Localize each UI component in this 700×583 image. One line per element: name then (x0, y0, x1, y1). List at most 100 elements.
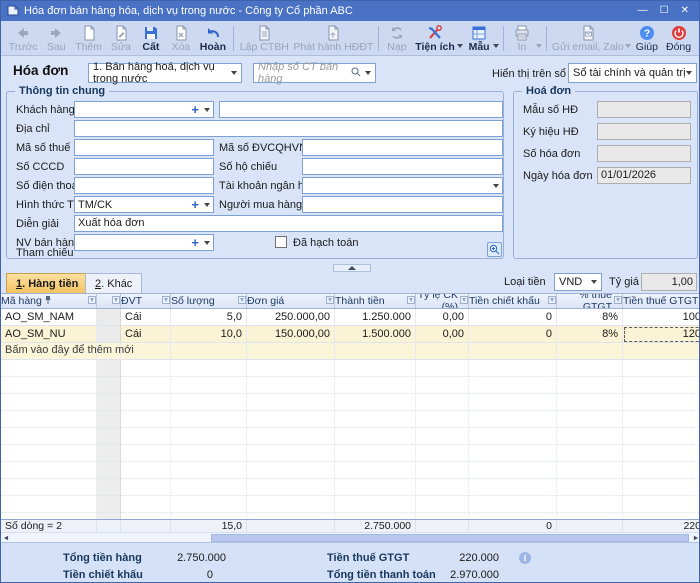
chevron-down-icon[interactable] (204, 241, 210, 245)
filter-icon[interactable] (548, 295, 556, 307)
chevron-down-icon[interactable] (457, 44, 463, 48)
grid-cell-ty_le_ck[interactable]: 0,00 (416, 309, 469, 326)
splitter-collapse-button[interactable] (333, 264, 371, 272)
filter-icon[interactable] (326, 295, 334, 307)
search-icon[interactable] (351, 67, 361, 80)
toolbar-mau-button[interactable]: Mẫu (464, 22, 494, 55)
invoice-type-select[interactable]: 1. Bán hàng hoá, dịch vụ trong nước (88, 63, 242, 83)
toolbar-sua-button[interactable]: Sửa (106, 22, 136, 55)
toolbar-gui-email-zalo-button[interactable]: Gửi email, Zalo (550, 22, 626, 55)
column-header-icon_col[interactable] (97, 294, 121, 308)
filter-icon[interactable] (238, 295, 246, 307)
grid-cell-don_gia[interactable]: 250.000,00 (247, 309, 335, 326)
chevron-down-icon[interactable] (204, 203, 210, 207)
sales-staff-select[interactable]: + (74, 234, 214, 251)
add-icon[interactable]: + (191, 103, 199, 116)
invoice-date-field[interactable]: 01/01/2026 (597, 167, 691, 184)
description-field[interactable]: Xuất hóa đơn (74, 215, 503, 232)
tax-code-field[interactable] (74, 139, 214, 156)
toolbar-cat-button[interactable]: Cất (136, 22, 166, 55)
column-header-thanh_tien[interactable]: Thành tiền (335, 294, 416, 308)
toolbar-sau-button[interactable]: Sau (41, 22, 71, 55)
grid-cell-so_luong[interactable]: 10,0 (171, 326, 247, 343)
toolbar-phat-hanh-hddt-button[interactable]: Phát hành HĐĐT (292, 22, 375, 55)
currency-select[interactable]: VND (554, 273, 602, 291)
chevron-down-icon[interactable] (493, 184, 499, 188)
grid-cell-tien_thue_gtgt[interactable]: 120 (623, 326, 700, 343)
toolbar-hoan-button[interactable]: Hoàn (196, 22, 230, 55)
grid-cell-ty_le_ck[interactable]: 0,00 (416, 326, 469, 343)
book-select[interactable]: Sổ tài chính và quản trị (568, 63, 697, 83)
bank-account-select[interactable] (302, 177, 503, 194)
grid-cell[interactable] (557, 343, 623, 360)
chevron-down-icon[interactable] (536, 44, 542, 48)
scrollbar-thumb[interactable] (211, 534, 689, 542)
grid-cell-pct_thue_gtgt[interactable]: 8% (557, 309, 623, 326)
grid-cell[interactable] (469, 343, 557, 360)
table-row[interactable]: AO_SM_NU Cái10,0150.000,001.500.0000,0008… (1, 326, 700, 343)
grid-cell-don_gia[interactable]: 150.000,00 (247, 326, 335, 343)
filter-icon[interactable] (112, 295, 120, 307)
filter-icon[interactable] (162, 295, 170, 307)
toolbar-dong-button[interactable]: Đóng (662, 22, 695, 55)
grid-cell-dvt[interactable]: Cái (121, 326, 171, 343)
grid-cell-thanh_tien[interactable]: 1.250.000 (335, 309, 416, 326)
toolbar-truoc-button[interactable]: Trước (5, 22, 41, 55)
column-header-ma_hang[interactable]: Mã hàng (1, 294, 97, 308)
chevron-down-icon[interactable] (493, 44, 499, 48)
tab-khac[interactable]: 2. Khác (85, 273, 142, 293)
horizontal-scrollbar[interactable]: ◄ ► (1, 532, 700, 542)
passport-field[interactable] (302, 158, 503, 175)
info-icon[interactable]: i (519, 552, 531, 564)
filter-icon[interactable] (407, 295, 415, 307)
add-new-row[interactable]: Bấm vào đây để thêm mới (1, 343, 700, 360)
address-field[interactable] (74, 120, 503, 137)
grid-cell-icon_col[interactable] (97, 309, 121, 326)
column-header-tien_chiet_khau[interactable]: Tiền chiết khấu (469, 294, 557, 308)
toolbar-tien-ich-button[interactable]: Tiện ích (412, 22, 458, 55)
chevron-down-icon[interactable] (365, 71, 371, 75)
table-row[interactable]: AO_SM_NAMCái5,0250.000,001.250.0000,0008… (1, 309, 700, 326)
search-voucher-input[interactable]: Nhập số CT bán hàng (253, 63, 376, 83)
minimize-button[interactable]: — (638, 1, 648, 21)
toolbar-nap-button[interactable]: Nạp (382, 22, 412, 55)
payment-method-select[interactable]: TM/CK + (74, 196, 214, 213)
cccd-field[interactable] (74, 158, 214, 175)
grid-cell[interactable] (171, 343, 247, 360)
grid-cell-ma_hang[interactable]: AO_SM_NU (1, 326, 97, 343)
filter-icon[interactable] (88, 295, 96, 307)
grid-cell-thanh_tien[interactable]: 1.500.000 (335, 326, 416, 343)
grid-cell-pct_thue_gtgt[interactable]: 8% (557, 326, 623, 343)
toolbar-xoa-button[interactable]: Xóa (166, 22, 196, 55)
column-header-dvt[interactable]: ĐVT (121, 294, 171, 308)
add-icon[interactable]: + (191, 236, 199, 249)
grid-cell[interactable] (623, 343, 700, 360)
customer-name-field[interactable] (219, 101, 503, 118)
tab-hang-tien[interactable]: 1. Hàng tiền (6, 273, 88, 293)
chevron-down-icon[interactable] (204, 108, 210, 112)
phone-field[interactable] (74, 177, 214, 194)
grid-cell[interactable] (247, 343, 335, 360)
grid-cell-tien_thue_gtgt[interactable]: 100 (623, 309, 700, 326)
column-header-don_gia[interactable]: Đơn giá (247, 294, 335, 308)
grid-cell-tien_chiet_khau[interactable]: 0 (469, 309, 557, 326)
maximize-button[interactable]: ☐ (660, 1, 669, 21)
buyer-field[interactable] (302, 196, 503, 213)
dvcqhvns-field[interactable] (302, 139, 503, 156)
customer-select[interactable]: + (74, 101, 214, 118)
posted-checkbox[interactable] (275, 236, 287, 248)
filter-icon[interactable] (614, 295, 622, 307)
toolbar-them-button[interactable]: Thêm (71, 22, 106, 55)
toolbar-in-button[interactable]: In (507, 22, 537, 55)
toolbar-giup-button[interactable]: ?Giúp (632, 22, 662, 55)
pin-icon[interactable] (44, 295, 52, 308)
column-header-pct_thue_gtgt[interactable]: % thuế GTGT (557, 294, 623, 308)
exchange-rate-field[interactable]: 1,00 (641, 273, 697, 291)
column-header-so_luong[interactable]: Số lượng (171, 294, 247, 308)
toolbar-lap-ctbh-button[interactable]: Lập CTBH (237, 22, 292, 55)
column-header-tien_thue_gtgt[interactable]: Tiền thuế GTGT (623, 294, 700, 308)
grid-cell-tien_chiet_khau[interactable]: 0 (469, 326, 557, 343)
grid-cell-icon_col[interactable] (97, 326, 121, 343)
add-icon[interactable]: + (191, 198, 199, 211)
grid-cell-ma_hang[interactable]: AO_SM_NAM (1, 309, 97, 326)
